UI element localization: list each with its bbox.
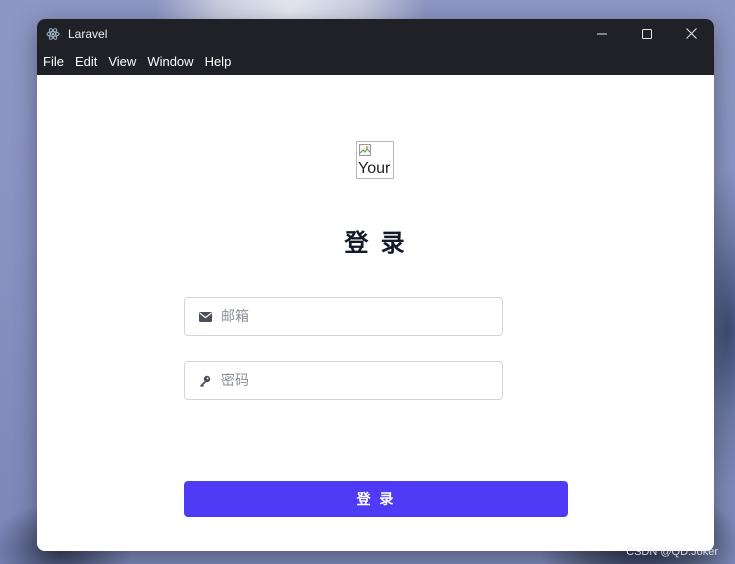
key-icon bbox=[198, 374, 212, 388]
close-icon bbox=[686, 28, 697, 39]
logo-alt-text: Your bbox=[358, 160, 391, 177]
maximize-icon bbox=[641, 28, 652, 39]
password-input[interactable] bbox=[221, 372, 502, 389]
login-button[interactable]: 登 录 bbox=[184, 481, 568, 517]
app-window: Laravel File Edit View Window Help Your … bbox=[37, 19, 714, 551]
menu-view[interactable]: View bbox=[104, 48, 140, 75]
minimize-icon bbox=[596, 33, 607, 34]
electron-app-icon bbox=[46, 27, 60, 41]
logo-image-broken: Your bbox=[356, 141, 394, 179]
close-button[interactable] bbox=[669, 19, 714, 48]
password-field[interactable] bbox=[184, 361, 503, 400]
envelope-icon bbox=[198, 310, 212, 324]
menu-edit[interactable]: Edit bbox=[71, 48, 101, 75]
window-title: Laravel bbox=[68, 26, 108, 41]
minimize-button[interactable] bbox=[579, 19, 624, 48]
page-title: 登 录 bbox=[344, 229, 407, 257]
menu-help[interactable]: Help bbox=[201, 48, 236, 75]
menu-file[interactable]: File bbox=[39, 48, 68, 75]
menu-bar: File Edit View Window Help bbox=[37, 48, 714, 75]
broken-image-icon bbox=[359, 144, 371, 156]
title-bar[interactable]: Laravel bbox=[37, 19, 714, 48]
menu-window[interactable]: Window bbox=[143, 48, 197, 75]
maximize-button[interactable] bbox=[624, 19, 669, 48]
login-page: Your 登 录 登 录 bbox=[37, 75, 714, 551]
watermark-text: CSDN @QD.Joker bbox=[626, 546, 718, 558]
email-input[interactable] bbox=[221, 308, 502, 325]
email-field[interactable] bbox=[184, 297, 503, 336]
